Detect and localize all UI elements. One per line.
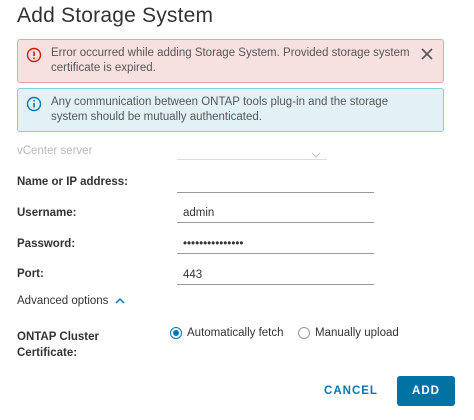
radio-unchecked-icon[interactable]: [298, 327, 310, 339]
radio-checked-icon[interactable]: [170, 327, 182, 339]
radio-automatically-fetch-label: Automatically fetch: [187, 327, 284, 340]
advanced-options-toggle[interactable]: Advanced options: [17, 295, 125, 307]
name-input[interactable]: [177, 175, 374, 193]
vcenter-label: vCenter server: [17, 145, 93, 157]
info-alert: Any communication between ONTAP tools pl…: [17, 88, 444, 132]
port-label: Port:: [17, 268, 44, 280]
username-input[interactable]: admin: [177, 205, 374, 223]
info-circle-icon: [26, 96, 42, 112]
password-input[interactable]: •••••••••••••••: [177, 236, 374, 254]
error-alert-message: Error occurred while adding Storage Syst…: [51, 47, 410, 74]
certificate-label-line1: ONTAP Cluster: [17, 331, 100, 343]
username-label: Username:: [17, 207, 77, 219]
name-label: Name or IP address:: [17, 176, 129, 188]
port-input[interactable]: 443: [177, 267, 374, 285]
advanced-options-label: Advanced options: [17, 295, 109, 307]
radio-manually-upload[interactable]: Manually upload: [298, 327, 399, 339]
certificate-label: ONTAP Cluster Certificate:: [17, 329, 99, 361]
error-circle-icon: [26, 47, 42, 63]
password-label: Password:: [17, 238, 76, 250]
add-button[interactable]: ADD: [397, 376, 455, 406]
chevron-up-icon: [112, 295, 125, 307]
radio-manually-upload-label: Manually upload: [315, 327, 399, 340]
vcenter-select: [177, 142, 327, 160]
radio-automatically-fetch[interactable]: Automatically fetch: [170, 327, 284, 339]
dialog-title: Add Storage System: [17, 4, 214, 27]
chevron-down-icon: [311, 146, 321, 164]
error-alert: Error occurred while adding Storage Syst…: [17, 39, 444, 83]
certificate-label-line2: Certificate:: [17, 347, 78, 359]
close-icon[interactable]: [419, 46, 435, 62]
cancel-button[interactable]: CANCEL: [318, 376, 384, 406]
info-alert-message: Any communication between ONTAP tools pl…: [51, 96, 389, 123]
